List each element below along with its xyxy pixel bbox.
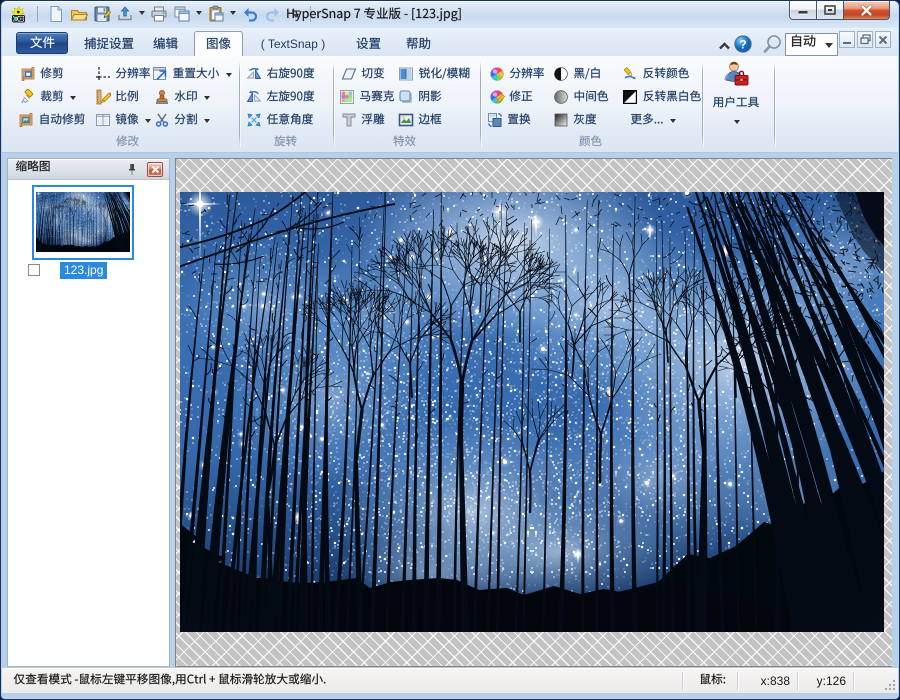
svg-text:?: ? <box>739 37 746 51</box>
